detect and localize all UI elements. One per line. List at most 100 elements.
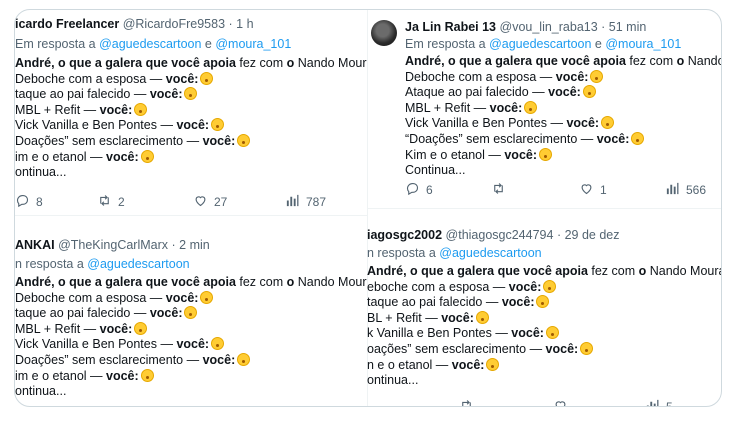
text-segment: você: xyxy=(545,341,579,356)
tweet-card[interactable]: iagosgc2002 @thiagosgc244794 · 29 de dez… xyxy=(367,208,721,407)
views-button[interactable]: 566 xyxy=(665,181,706,199)
tweet-line: im e o etanol — você: xyxy=(15,149,367,166)
retweet-button[interactable] xyxy=(491,181,506,199)
text-segment: im e o etanol — xyxy=(15,368,107,383)
views-button[interactable]: 787 xyxy=(285,193,326,211)
tweet-line: Vick Vanilla e Ben Pontes — você: xyxy=(405,116,721,132)
views-count: 566 xyxy=(686,183,707,197)
tweet-line: BL + Refit — você: xyxy=(367,310,721,327)
tweet-actions: 6 1 566 xyxy=(405,181,721,199)
heart-icon xyxy=(553,398,568,406)
mention-link[interactable]: @aguedescartoon xyxy=(489,37,591,51)
author-name[interactable]: ANKAI xyxy=(15,238,55,252)
shushing-face-emoji-icon xyxy=(590,69,604,83)
tweet-line: Deboche com a esposa — você: xyxy=(15,71,367,88)
text-segment: fez com xyxy=(235,275,287,289)
text-segment: im e o etanol — xyxy=(15,149,107,164)
tweet-line: Deboche com a esposa — você: xyxy=(405,69,721,86)
retweet-button[interactable] xyxy=(459,398,474,406)
text-segment: Nando Moura: xyxy=(297,56,367,70)
shushing-face-emoji-icon xyxy=(134,321,148,335)
views-button[interactable]: 5 xyxy=(645,398,673,407)
tweet-time[interactable]: · 51 min xyxy=(601,20,646,34)
like-button[interactable]: 27 xyxy=(193,193,227,211)
shushing-face-emoji-icon xyxy=(475,310,489,324)
tweet-line: k Vanilla e Ben Pontes — você: xyxy=(367,326,721,342)
avatar[interactable] xyxy=(371,20,397,46)
mention-link[interactable]: @moura_101 xyxy=(215,37,291,51)
like-button[interactable] xyxy=(553,398,568,406)
mention-link[interactable]: @aguedescartoon xyxy=(99,37,201,51)
text-segment: eboche com a esposa — xyxy=(367,279,509,294)
author-handle[interactable]: @TheKingCarlMarx xyxy=(58,238,168,252)
author-handle[interactable]: @RicardoFre9583 xyxy=(123,17,225,31)
retweet-icon xyxy=(97,193,112,211)
mention-link[interactable]: @aguedescartoon xyxy=(87,257,189,271)
heart-icon xyxy=(579,181,594,199)
author-handle[interactable]: @thiagosgc244794 xyxy=(446,228,554,242)
text-segment: Doações” sem esclarecimento — xyxy=(15,352,203,367)
text-segment: Vick Vanilla e Ben Pontes — xyxy=(15,118,177,133)
reply-button[interactable]: 8 xyxy=(15,193,43,211)
author-handle[interactable]: @vou_lin_raba13 xyxy=(500,20,598,34)
views-icon xyxy=(285,193,300,211)
tweet-line: Continua... xyxy=(405,163,721,179)
tweet-header: ANKAI @TheKingCarlMarx · 2 min xyxy=(15,237,210,253)
text-segment: fez com xyxy=(235,56,287,70)
text-segment: “Doações” sem esclarecimento — xyxy=(405,131,597,146)
tweet-header: iagosgc2002 @thiagosgc244794 · 29 de dez xyxy=(367,227,619,243)
text-segment: Deboche com a esposa — xyxy=(15,71,166,86)
text-segment: você: xyxy=(99,102,133,117)
mention-link[interactable]: @aguedescartoon xyxy=(439,246,541,260)
text-segment: você: xyxy=(555,69,589,84)
text-segment: Nando Moura: xyxy=(297,275,367,289)
shushing-face-emoji-icon xyxy=(200,290,214,304)
like-count: 27 xyxy=(214,195,228,209)
views-count: 5 xyxy=(666,400,673,407)
text-segment: você: xyxy=(106,149,139,164)
tweet-card[interactable]: ANKAI @TheKingCarlMarx · 2 min n respost… xyxy=(15,215,367,406)
shushing-face-emoji-icon xyxy=(486,357,500,371)
reply-button[interactable]: 6 xyxy=(405,181,433,199)
text-segment: ontinua... xyxy=(367,373,419,388)
tweet-time[interactable]: · 1 h xyxy=(229,17,254,31)
reply-count: 6 xyxy=(426,183,433,197)
shushing-face-emoji-icon xyxy=(211,118,225,132)
text-segment: você: xyxy=(548,85,581,100)
retweet-icon xyxy=(491,181,506,199)
reply-prefix: n resposta a xyxy=(367,246,436,260)
text-segment: Deboche com a esposa — xyxy=(15,290,166,305)
tweet-text: André, o que a galera que você apoia fez… xyxy=(405,54,721,179)
tweet-text: André, o que a galera que você apoia fez… xyxy=(15,56,367,181)
tweet-line: ontinua... xyxy=(15,384,367,400)
retweet-button[interactable]: 2 xyxy=(97,193,125,211)
tweet-actions: 8 2 27 787 xyxy=(15,193,367,211)
tweet-line: taque ao pai falecido — você: xyxy=(15,87,367,103)
shushing-face-emoji-icon xyxy=(582,85,596,99)
author-name[interactable]: Ja Lin Rabei 13 xyxy=(405,20,496,34)
tweet-line: ontinua... xyxy=(367,373,721,389)
reply-prefix: n resposta a xyxy=(15,257,84,271)
tweet-line: taque ao pai falecido — você: xyxy=(15,306,367,322)
text-segment: você: xyxy=(202,352,236,367)
reply-icon xyxy=(405,181,420,199)
tweet-line: Ataque ao pai falecido — você: xyxy=(405,85,721,101)
text-segment: MBL + Refit — xyxy=(15,102,100,117)
like-button[interactable]: 1 xyxy=(579,181,607,199)
reply-prefix: Em resposta a xyxy=(405,37,486,51)
tweet-header: Ja Lin Rabei 13 @vou_lin_raba13 · 51 min xyxy=(405,19,646,35)
tweet-line: Doações” sem esclarecimento — você: xyxy=(15,352,367,369)
tweet-time[interactable]: · 2 min xyxy=(172,238,210,252)
tweet-card[interactable]: icardo Freelancer @RicardoFre9583 · 1 h … xyxy=(15,10,367,215)
author-name[interactable]: iagosgc2002 xyxy=(367,228,442,242)
shushing-face-emoji-icon xyxy=(237,352,251,366)
tweet-line: “Doações” sem esclarecimento — você: xyxy=(405,131,721,148)
views-count: 787 xyxy=(306,195,327,209)
tweet-card[interactable]: Ja Lin Rabei 13 @vou_lin_raba13 · 51 min… xyxy=(367,10,721,208)
tweet-line: im e o etanol — você: xyxy=(15,368,367,385)
tweet-time[interactable]: · 29 de dez xyxy=(557,228,620,242)
author-name[interactable]: icardo Freelancer xyxy=(15,17,119,31)
shushing-face-emoji-icon xyxy=(631,131,645,145)
tweet-line: Vick Vanilla e Ben Pontes — você: xyxy=(15,337,367,353)
mention-link[interactable]: @moura_101 xyxy=(605,37,681,51)
